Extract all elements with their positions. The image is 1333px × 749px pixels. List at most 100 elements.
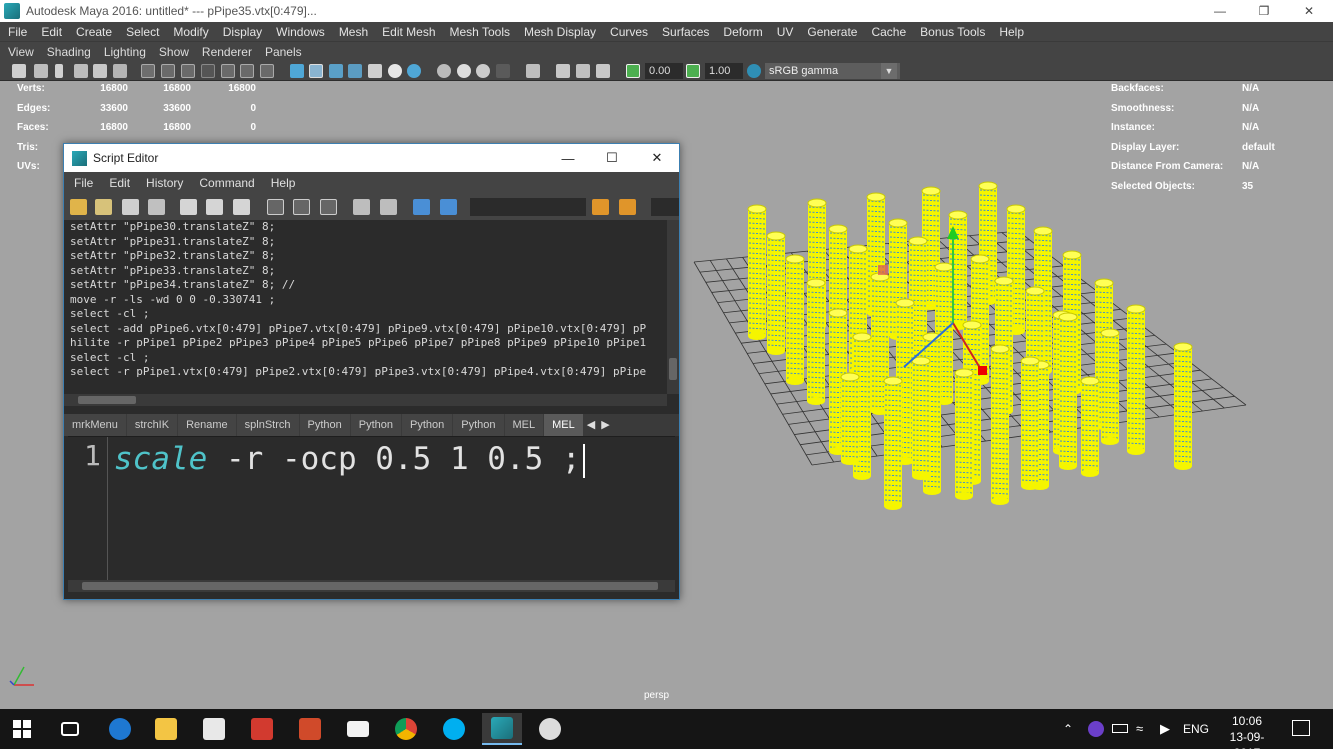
chevron-left-icon[interactable]: ◀ (584, 414, 598, 436)
xray-active-icon[interactable] (576, 64, 590, 78)
scrollbar-thumb[interactable] (82, 582, 658, 590)
menu-edit-mesh[interactable]: Edit Mesh (374, 25, 441, 39)
view-transform-select[interactable]: sRGB gamma ▼ (765, 63, 900, 79)
taskbar-explorer[interactable] (146, 713, 186, 745)
menu-modify[interactable]: Modify (165, 25, 214, 39)
taskbar-mail[interactable] (338, 713, 378, 745)
se-menu-edit[interactable]: Edit (99, 176, 136, 190)
smooth-shade-icon[interactable] (309, 64, 323, 78)
clear-all-icon[interactable] (233, 199, 250, 215)
tab-strchik[interactable]: strchIK (126, 414, 178, 436)
input-horizontal-scrollbar[interactable] (68, 580, 675, 592)
execute-selected-icon[interactable] (440, 199, 457, 215)
menu-bonus-tools[interactable]: Bonus Tools (912, 25, 991, 39)
search-up-icon[interactable] (619, 199, 636, 215)
close-button[interactable]: ✕ (1286, 0, 1332, 22)
maximize-button[interactable]: ❐ (1241, 0, 1287, 22)
clear-input-icon[interactable] (206, 199, 223, 215)
camera-attributes-icon[interactable] (34, 64, 48, 78)
panel-menu-renderer[interactable]: Renderer (194, 45, 257, 59)
taskbar-powerpoint[interactable] (290, 713, 330, 745)
color-management-icon[interactable] (747, 64, 761, 78)
chevron-up-icon[interactable]: ⌃ (1063, 722, 1073, 736)
isolate-select-icon[interactable] (526, 64, 540, 78)
camera-icon[interactable] (12, 64, 26, 78)
xray-icon[interactable] (407, 64, 421, 78)
wifi-icon[interactable]: ≈ (1136, 721, 1143, 736)
se-menu-file[interactable]: File (64, 176, 99, 190)
tab-rename[interactable]: Rename (178, 414, 236, 436)
tab-python-1[interactable]: Python (299, 414, 350, 436)
show-history-icon[interactable] (267, 199, 284, 215)
history-vertical-scrollbar[interactable] (667, 220, 679, 394)
exposure-icon[interactable] (626, 64, 640, 78)
clear-history-icon[interactable] (180, 199, 197, 215)
close-button[interactable]: ✕ (635, 144, 679, 172)
panel-menu-panels[interactable]: Panels (257, 45, 307, 59)
xray-joints-icon[interactable] (556, 64, 570, 78)
task-view-button[interactable] (50, 713, 90, 745)
notifications-icon[interactable] (1292, 720, 1310, 736)
safe-action-icon[interactable] (240, 64, 254, 78)
scrollbar-thumb[interactable] (78, 396, 136, 404)
motion-blur-icon[interactable] (457, 64, 471, 78)
line-numbers-icon[interactable] (380, 199, 397, 215)
search-field[interactable] (470, 198, 586, 216)
ambient-occlusion-icon[interactable] (437, 64, 451, 78)
source-script-icon[interactable] (95, 199, 112, 215)
minimize-button[interactable]: — (546, 144, 590, 172)
taskbar-store[interactable] (194, 713, 234, 745)
open-script-icon[interactable] (70, 199, 87, 215)
minimize-button[interactable]: — (1197, 0, 1243, 22)
tab-python-3[interactable]: Python (402, 414, 453, 436)
volume-icon[interactable]: ▶ (1160, 721, 1170, 737)
backface-culling-icon[interactable] (596, 64, 610, 78)
tab-splnstrch[interactable]: splnStrch (236, 414, 299, 436)
history-horizontal-scrollbar[interactable] (64, 394, 667, 406)
2d-pan-zoom-icon[interactable] (93, 64, 107, 78)
panel-menu-show[interactable]: Show (151, 45, 194, 59)
tab-mel-1[interactable]: MEL (504, 414, 544, 436)
search-down-icon[interactable] (592, 199, 609, 215)
chevron-right-icon[interactable]: ▶ (598, 414, 612, 436)
tray-app-icon[interactable] (1088, 721, 1104, 737)
taskbar-maya[interactable] (482, 713, 522, 745)
menu-generate[interactable]: Generate (799, 25, 863, 39)
save-script-icon[interactable] (122, 199, 139, 215)
execute-all-icon[interactable] (413, 199, 430, 215)
menu-windows[interactable]: Windows (268, 25, 331, 39)
tab-mrkmenu[interactable]: mrkMenu (64, 414, 126, 436)
clock[interactable]: 10:06 13-09-2017 (1218, 713, 1276, 749)
battery-icon[interactable] (1112, 724, 1128, 733)
menu-mesh[interactable]: Mesh (331, 25, 374, 39)
textured-icon[interactable] (348, 64, 362, 78)
menu-select[interactable]: Select (118, 25, 165, 39)
save-to-shelf-icon[interactable] (148, 199, 165, 215)
menu-surfaces[interactable]: Surfaces (654, 25, 715, 39)
menu-mesh-display[interactable]: Mesh Display (516, 25, 602, 39)
wireframe-on-shaded-icon[interactable] (329, 64, 343, 78)
taskbar-paint[interactable] (530, 713, 570, 745)
se-menu-command[interactable]: Command (189, 176, 260, 190)
taskbar-edge[interactable] (100, 713, 140, 745)
maximize-button[interactable]: ☐ (590, 144, 634, 172)
panel-menu-view[interactable]: View (0, 45, 39, 59)
script-input-code[interactable]: scale -r -ocp 0.5 1 0.5 ; (114, 441, 585, 478)
bookmark-icon[interactable] (55, 64, 63, 78)
taskbar-chrome[interactable] (386, 713, 426, 745)
use-all-lights-icon[interactable] (368, 64, 382, 78)
grease-pencil-icon[interactable] (113, 64, 127, 78)
menu-create[interactable]: Create (68, 25, 118, 39)
panel-menu-lighting[interactable]: Lighting (96, 45, 151, 59)
echo-all-commands-icon[interactable] (353, 199, 370, 215)
menu-help[interactable]: Help (991, 25, 1030, 39)
shadows-icon[interactable] (388, 64, 402, 78)
film-gate-icon[interactable] (161, 64, 175, 78)
start-button[interactable] (2, 713, 42, 745)
menu-cache[interactable]: Cache (863, 25, 912, 39)
multisample-icon[interactable] (476, 64, 490, 78)
language-indicator[interactable]: ENG (1183, 722, 1209, 736)
panel-menu-shading[interactable]: Shading (39, 45, 96, 59)
menu-file[interactable]: File (0, 25, 33, 39)
image-plane-icon[interactable] (74, 64, 88, 78)
